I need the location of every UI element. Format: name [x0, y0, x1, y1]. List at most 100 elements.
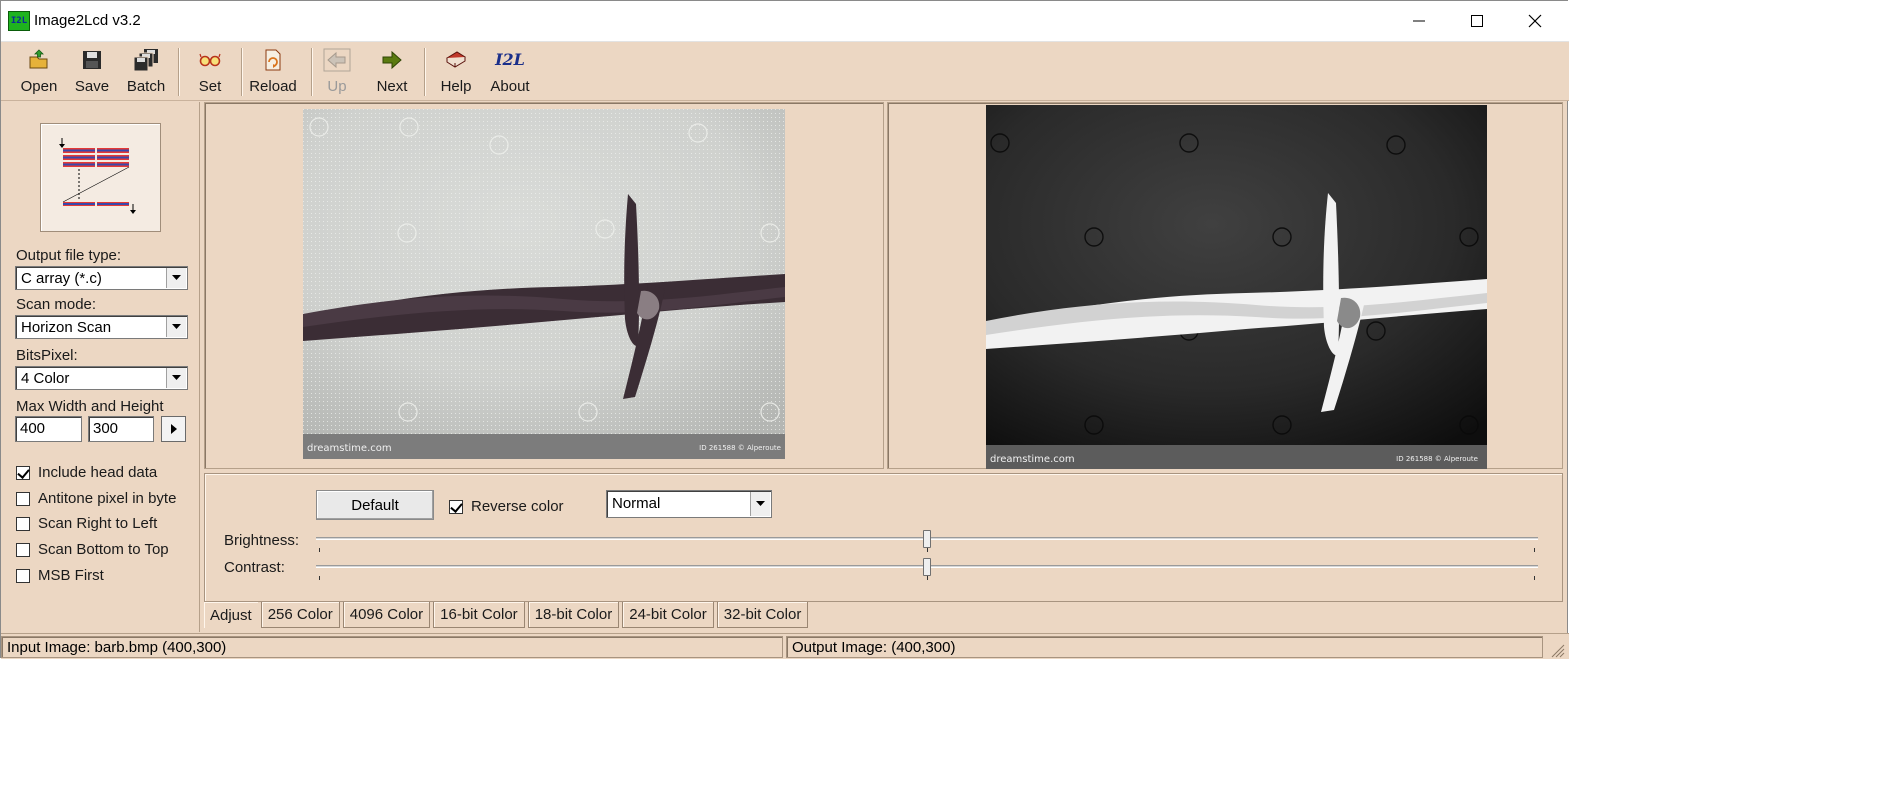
checkbox-label: Scan Right to Left	[38, 515, 158, 532]
tab-adjust[interactable]: Adjust	[204, 602, 258, 628]
maximize-button[interactable]	[1448, 1, 1506, 41]
toolbar-separator	[178, 48, 180, 96]
maximize-icon	[1471, 15, 1483, 27]
scan-mode-label: Scan mode:	[16, 296, 97, 313]
tab-256-color[interactable]: 256 Color	[260, 602, 340, 628]
reload-label: Reload	[249, 78, 297, 95]
save-disk-icon	[83, 51, 101, 69]
status-bar: Input Image: barb.bmp (400,300) Output I…	[1, 633, 1569, 659]
brightness-label: Brightness:	[224, 532, 300, 549]
reload-button[interactable]: Reload	[249, 46, 297, 98]
output-image-status: Output Image: (400,300)	[786, 636, 1543, 658]
include-head-data-checkbox[interactable]: Include head data	[16, 464, 157, 481]
save-button[interactable]: Save	[74, 46, 110, 98]
close-button[interactable]	[1506, 1, 1564, 41]
chevron-down-icon[interactable]	[166, 368, 186, 388]
checkbox-box[interactable]	[16, 568, 30, 583]
slider-tick	[1534, 576, 1535, 580]
input-id-text: ID 261588 © Alperoute	[699, 444, 781, 452]
antitone-pixel-checkbox[interactable]: Antitone pixel in byte	[16, 490, 176, 507]
color-mode-value: Normal	[612, 495, 661, 512]
help-button[interactable]: Help	[438, 46, 474, 98]
checkbox-box[interactable]	[16, 491, 30, 506]
max-height-input[interactable]: 300	[88, 416, 154, 442]
arrow-right-icon	[382, 50, 402, 70]
msb-first-checkbox[interactable]: MSB First	[16, 567, 104, 584]
max-width-input[interactable]: 400	[15, 416, 82, 442]
adjust-panel: Default Reverse color Normal Brightness:…	[204, 473, 1563, 602]
set-button[interactable]: Set	[196, 46, 224, 98]
minimize-button[interactable]	[1390, 1, 1448, 41]
tab-18-bit-color[interactable]: 18-bit Color	[527, 602, 620, 628]
input-image-pane: dreamstime.com ID 261588 © Alperoute	[204, 102, 884, 469]
reverse-color-checkbox[interactable]: Reverse color	[449, 498, 564, 515]
toolbar-separator	[311, 48, 313, 96]
toolbar-separator	[241, 48, 243, 96]
checkbox-label: Include head data	[38, 464, 158, 481]
scan-bottom-to-top-checkbox[interactable]: Scan Bottom to Top	[16, 541, 169, 558]
color-tabs: Adjust 256 Color 4096 Color 16-bit Color…	[204, 602, 811, 630]
contrast-slider-thumb[interactable]	[923, 558, 931, 576]
batch-disks-icon	[133, 49, 158, 72]
contrast-label: Contrast:	[224, 559, 285, 576]
color-mode-select[interactable]: Normal	[606, 490, 772, 518]
about-label: About	[490, 78, 530, 95]
input-image-graphic: dreamstime.com ID 261588 © Alperoute	[303, 109, 785, 459]
about-logo-icon: I2L	[495, 50, 525, 69]
checkbox-box[interactable]	[16, 542, 30, 557]
chevron-down-icon[interactable]	[166, 317, 186, 337]
glasses-icon	[199, 53, 221, 67]
close-icon	[1528, 14, 1542, 28]
checkbox-label: MSB First	[38, 567, 104, 584]
input-watermark-text: dreamstime.com	[307, 443, 392, 454]
checkbox-box[interactable]	[16, 516, 30, 531]
next-button[interactable]: Next	[373, 46, 411, 98]
scan-right-to-left-checkbox[interactable]: Scan Right to Left	[16, 515, 157, 532]
reverse-color-label: Reverse color	[471, 498, 564, 515]
apply-size-button[interactable]	[161, 416, 186, 442]
slider-tick	[927, 576, 928, 580]
up-label: Up	[327, 78, 347, 95]
open-button[interactable]: Open	[19, 46, 59, 98]
minimize-icon	[1413, 20, 1425, 22]
checkbox-box[interactable]	[16, 465, 30, 480]
resize-grip-icon[interactable]	[1549, 642, 1565, 658]
slider-tick	[319, 576, 320, 580]
help-book-icon	[446, 51, 466, 68]
slider-tick	[927, 548, 928, 552]
reload-icon	[265, 49, 281, 71]
checkbox-label: Antitone pixel in byte	[38, 490, 177, 507]
next-label: Next	[376, 78, 408, 95]
scan-direction-icon	[59, 138, 136, 214]
bits-pixel-value: 4 Color	[21, 370, 70, 387]
title-bar: I2L Image2Lcd v3.2	[1, 1, 1569, 42]
batch-button[interactable]: Batch	[125, 46, 167, 98]
scan-mode-value: Horizon Scan	[21, 319, 112, 336]
chevron-down-icon[interactable]	[166, 268, 186, 288]
scan-mode-select[interactable]: Horizon Scan	[15, 315, 188, 339]
checkbox-label: Scan Bottom to Top	[38, 541, 169, 558]
input-image-status: Input Image: barb.bmp (400,300)	[1, 636, 783, 658]
app-logo-icon: I2L	[8, 11, 30, 31]
chevron-down-icon[interactable]	[750, 492, 770, 516]
slider-tick	[1534, 548, 1535, 552]
brightness-slider-thumb[interactable]	[923, 530, 931, 548]
about-button[interactable]: I2L About	[487, 46, 533, 98]
tab-16-bit-color[interactable]: 16-bit Color	[433, 602, 525, 628]
tab-24-bit-color[interactable]: 24-bit Color	[622, 602, 714, 628]
toolbar-separator	[424, 48, 426, 96]
window-title: Image2Lcd v3.2	[34, 12, 141, 29]
output-file-type-value: C array (*.c)	[21, 270, 102, 287]
image2lcd-window: I2L Image2Lcd v3.2 Open Save Batch Set R…	[0, 0, 1569, 659]
default-button[interactable]: Default	[316, 490, 434, 520]
tab-4096-color[interactable]: 4096 Color	[342, 602, 431, 628]
bits-pixel-label: BitsPixel:	[16, 347, 78, 364]
input-image: dreamstime.com ID 261588 © Alperoute	[303, 109, 785, 459]
bits-pixel-select[interactable]: 4 Color	[15, 366, 188, 390]
settings-panel: Output file type: C array (*.c) Scan mod…	[1, 102, 200, 632]
up-button[interactable]: Up	[322, 46, 352, 98]
tab-32-bit-color[interactable]: 32-bit Color	[716, 602, 809, 628]
checkbox-box[interactable]	[449, 499, 463, 514]
output-id-text: ID 261588 © Alperoute	[1396, 455, 1478, 463]
output-file-type-select[interactable]: C array (*.c)	[15, 266, 188, 290]
